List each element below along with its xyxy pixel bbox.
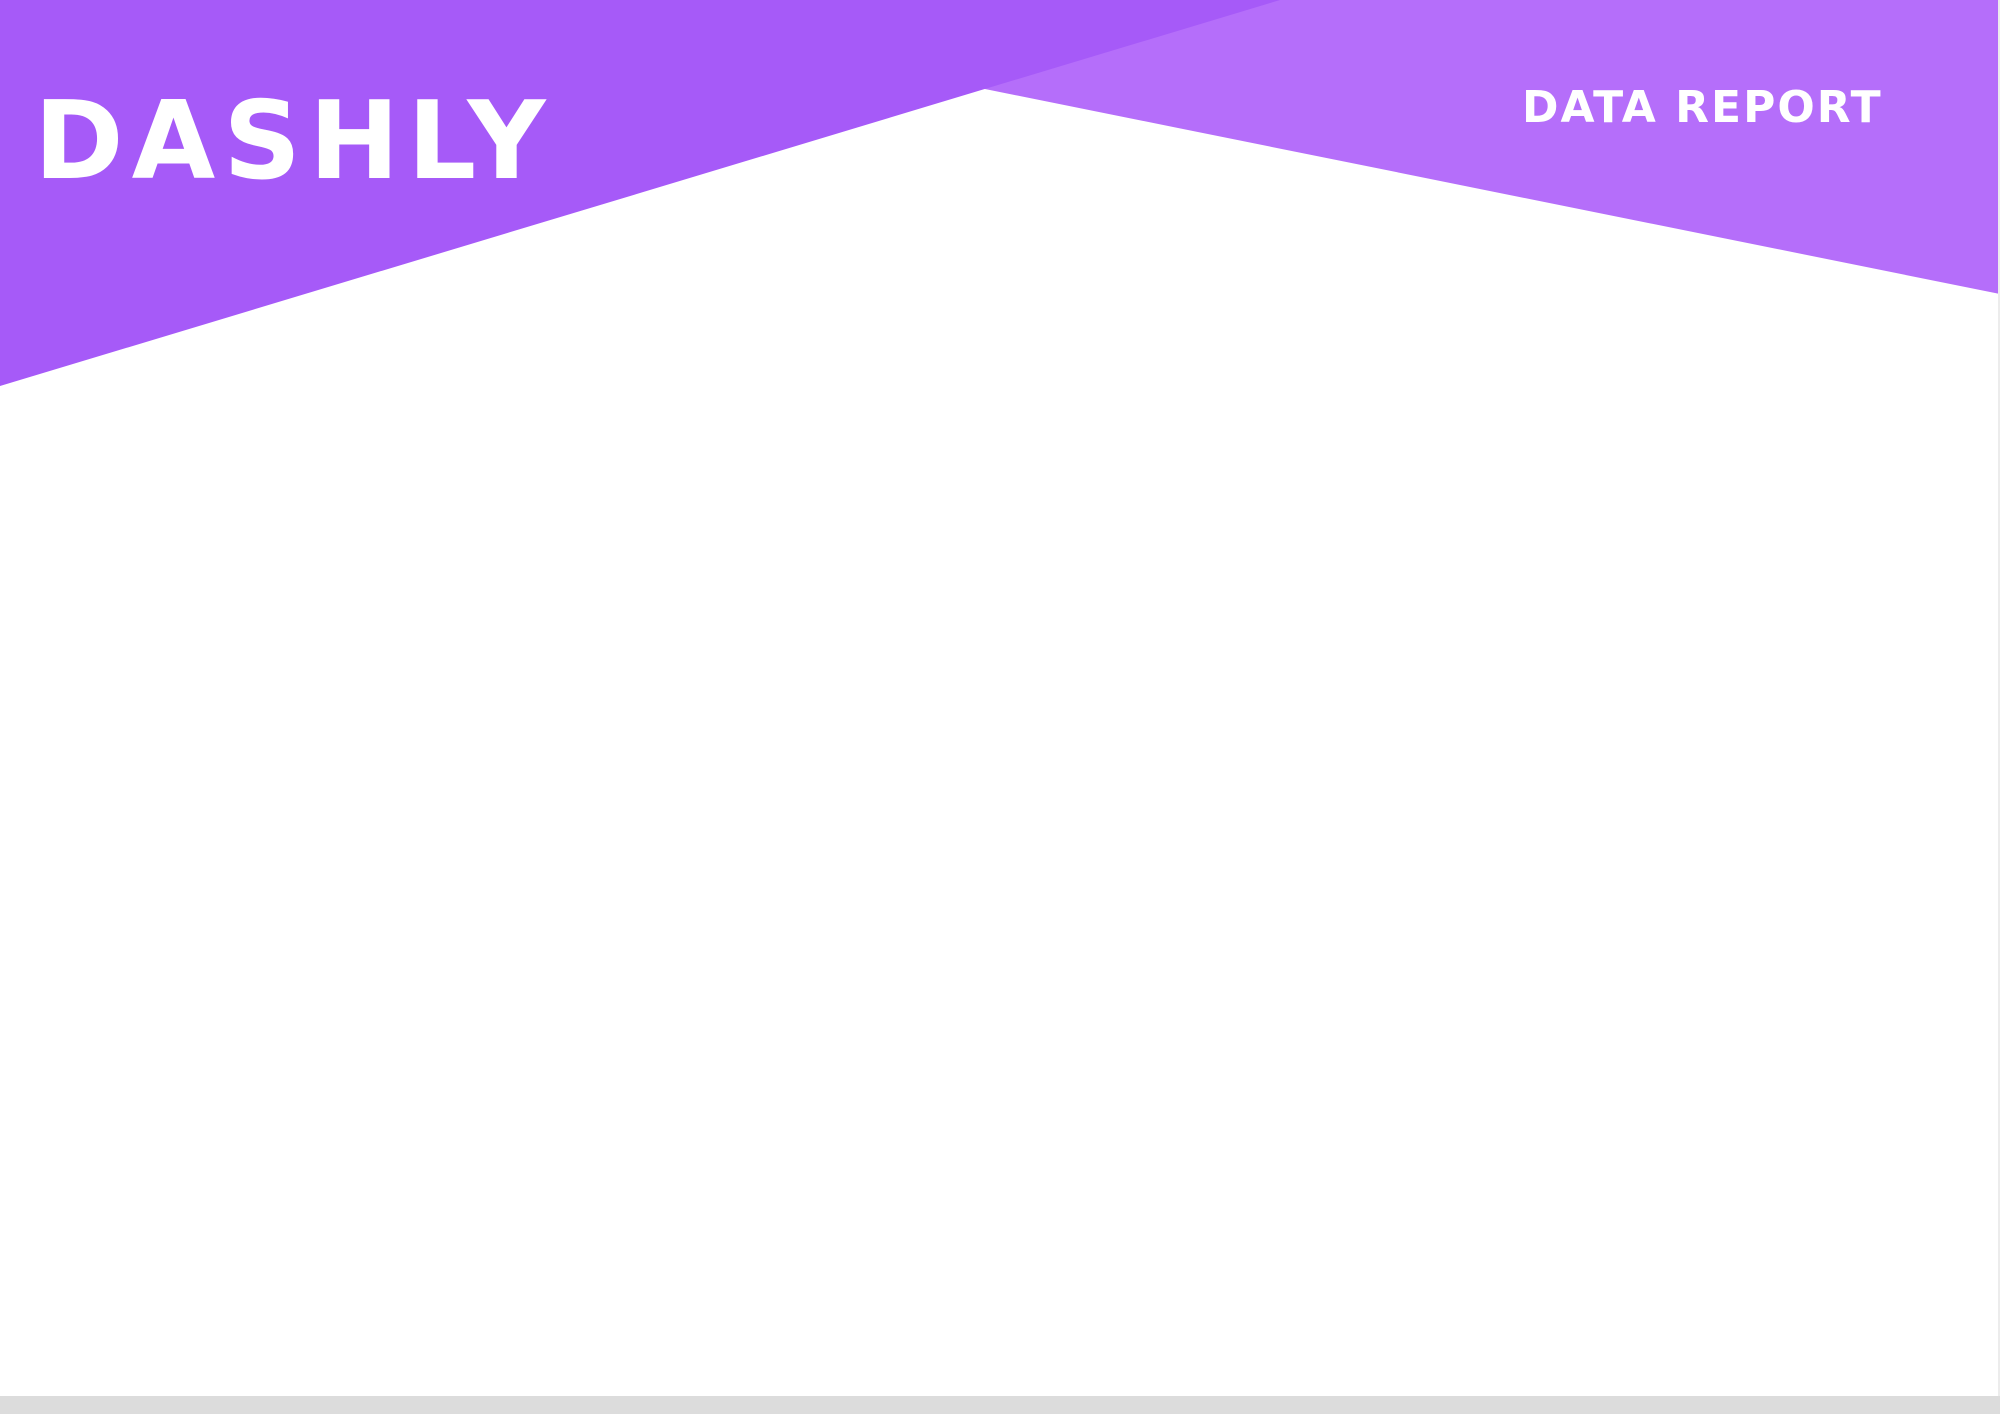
brand-logo-text: DASHLY xyxy=(34,79,554,204)
report-title: DATA REPORT xyxy=(1522,82,1883,133)
header-background-shapes xyxy=(0,0,2000,386)
report-cover-page: DASHLY DATA REPORT xyxy=(0,0,2000,1414)
page-bottom-bar xyxy=(0,1396,2000,1414)
